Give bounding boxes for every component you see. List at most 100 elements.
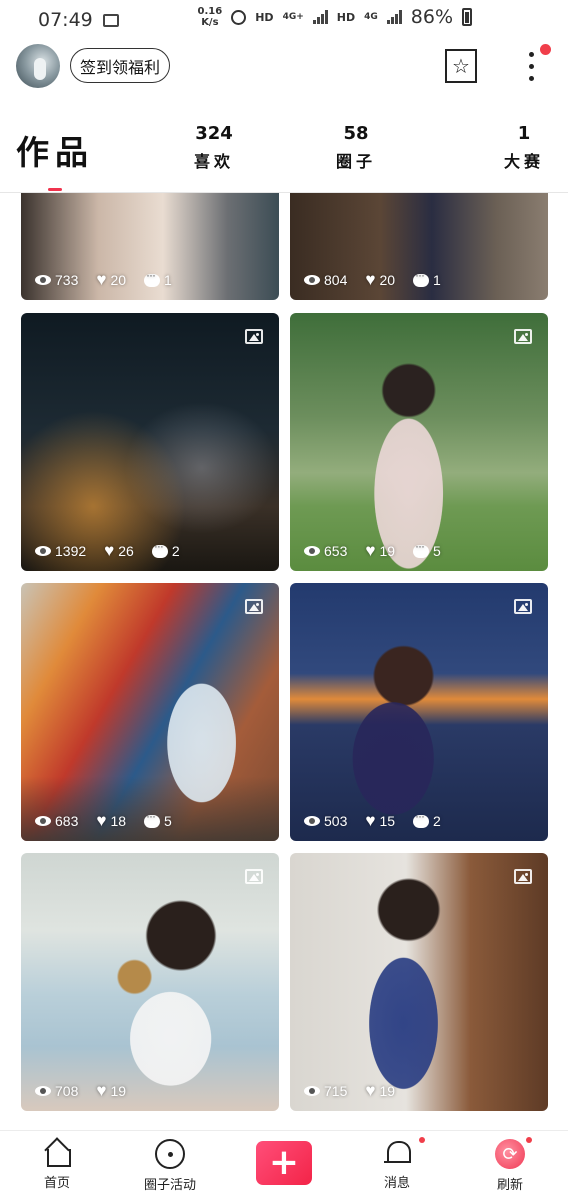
comments-count: 2 [433,813,441,829]
heart-icon: ♥ [96,811,107,830]
eye-icon [35,546,51,556]
post-stats: 708 ♥ 19 [35,1081,144,1100]
city-lights [21,313,279,571]
nav-messages-label: 消息 [383,1176,410,1191]
likes-count: 19 [379,543,396,559]
comment-icon [151,539,168,558]
nav-circle-activity[interactable]: 圈子活动 [130,1139,210,1193]
heart-icon: ♥ [365,541,376,560]
views-count: 503 [324,813,348,829]
views-count: 653 [324,543,348,559]
post-stats: 653 ♥19 5 [304,539,459,560]
bottom-nav: 首页 圈子活动 + 消息 ⟳ 刷新 [0,1130,568,1200]
heart-icon: ♥ [104,541,115,560]
battery-percent: 86% [410,6,453,28]
more-dot-icon [528,51,534,57]
post-card[interactable]: 503 ♥15 2 [290,583,548,841]
comment-icon [413,809,430,828]
checkin-button[interactable]: 签到领福利 [70,48,171,83]
network-speed: 0.16 K/s [197,6,223,28]
post-card[interactable]: 715 ♥ 19 [290,853,548,1111]
contests-label: 大赛 [503,152,544,171]
views-count: 804 [324,272,348,288]
hd-label-1: HD [255,10,274,24]
post-stats: 1392 ♥26 2 [35,539,198,560]
notification-dot [540,44,551,55]
eye-icon [304,546,320,556]
person-silhouette [290,853,548,1111]
post-stats: 683 ♥18 5 [35,809,190,830]
heart-icon: ♥ [365,270,376,289]
contests-count: 1 [517,123,531,144]
comments-count: 5 [164,813,172,829]
image-icon [245,869,263,884]
post-stats: 715 ♥ 19 [304,1082,413,1099]
post-stats: 804 ♥20 1 [304,268,459,289]
likes-count: 20 [110,272,127,288]
likes-count: 19 [110,1083,127,1099]
likes-count: 18 [110,813,127,829]
comment-icon [413,539,430,558]
eye-icon [304,816,320,826]
messages-notification-dot [419,1137,425,1143]
likes-count: 324 [195,123,233,144]
views-count: 708 [55,1083,79,1099]
nav-refresh-label: 刷新 [496,1178,523,1193]
post-card[interactable]: 733 ♥20 1 [21,193,279,300]
nav-circle-activity-label: 圈子活动 [143,1178,196,1193]
avatar[interactable] [16,44,60,88]
gallery-notification-icon [102,13,119,27]
circles-label: 圈子 [335,152,376,171]
bell-icon [384,1139,411,1167]
status-time: 07:49 [38,9,93,31]
favorite-button[interactable]: ☆ [445,49,477,83]
post-stats: 503 ♥15 2 [304,809,459,830]
views-count: 715 [324,1083,348,1099]
comments-count: 1 [433,272,441,288]
likes-label: 喜欢 [193,152,234,171]
refresh-notification-dot [526,1137,532,1143]
nav-messages[interactable]: 消息 [357,1139,437,1191]
eye-icon [35,275,51,285]
nav-refresh[interactable]: ⟳ 刷新 [470,1139,550,1193]
post-card[interactable]: 804 ♥20 1 [290,193,548,300]
tab-contests[interactable]: 1 大赛 [502,124,546,172]
refresh-icon: ⟳ [495,1139,525,1169]
circles-count: 58 [343,123,369,144]
nav-home[interactable]: 首页 [17,1139,97,1191]
more-button[interactable] [520,48,542,84]
works-grid: 733 ♥20 1 804 ♥20 1 1392 ♥26 2 653 ♥19 5 [0,193,568,1130]
image-icon [514,599,532,614]
network-type-1: 4G+ [282,12,304,22]
signal-icon [312,10,328,24]
publish-button[interactable]: + [256,1141,312,1185]
image-icon [514,869,532,884]
likes-count: 20 [379,272,396,288]
eye-icon [304,275,320,285]
person-silhouette [21,583,279,841]
post-card[interactable]: 1392 ♥26 2 [21,313,279,571]
comments-count: 5 [433,543,441,559]
star-icon: ☆ [452,54,470,78]
heart-icon: ♥ [365,811,376,830]
post-card[interactable]: 683 ♥18 5 [21,583,279,841]
heart-icon: ♥ [96,1081,107,1100]
circle-activity-icon [155,1139,185,1169]
tab-likes[interactable]: 324 喜欢 [192,124,236,172]
comments-count: 2 [171,543,180,559]
image-icon [514,329,532,344]
status-bar: 07:49 0.16 K/s HD 4G+ HD 4G 86% [0,0,568,40]
post-card[interactable]: 653 ♥19 5 [290,313,548,571]
eye-icon [35,1086,51,1096]
comments-count: 1 [164,272,172,288]
image-icon [245,599,263,614]
tab-circles[interactable]: 58 圈子 [334,124,378,172]
person-silhouette [290,313,548,571]
comment-icon [144,268,161,287]
profile-header: 签到领福利 ☆ [0,42,568,90]
person-silhouette [21,853,279,1111]
post-card[interactable]: 708 ♥ 19 [21,853,279,1111]
tab-works[interactable]: 作品 [16,126,94,174]
views-count: 683 [55,813,79,829]
likes-count: 26 [118,543,134,559]
